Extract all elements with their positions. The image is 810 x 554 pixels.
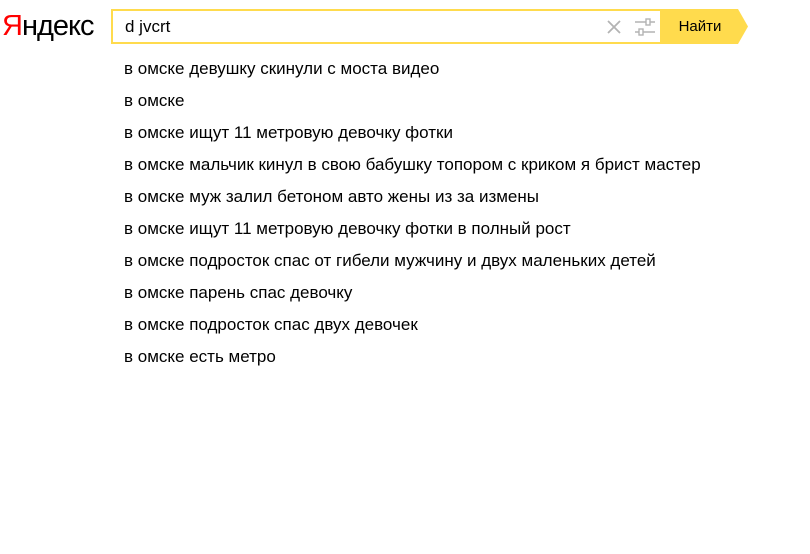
suggestion-item[interactable]: в омске муж залил бетоном авто жены из з… <box>124 182 701 214</box>
suggestion-item[interactable]: в омске девушку скинули с моста видео <box>124 54 701 86</box>
search-button[interactable]: Найти <box>660 9 748 44</box>
suggestion-item[interactable]: в омске есть метро <box>124 342 701 374</box>
suggestions-list: в омске девушку скинули с моста видео в … <box>124 54 701 374</box>
logo-rest: ндекс <box>21 10 95 42</box>
suggestion-item[interactable]: в омске ищут 11 метровую девочку фотки <box>124 118 701 150</box>
logo-first-letter: Я <box>2 10 23 42</box>
suggestion-item[interactable]: в омске парень спас девочку <box>124 278 701 310</box>
suggestion-item[interactable]: в омске подросток спас двух девочек <box>124 310 701 342</box>
search-button-label: Найти <box>678 18 722 35</box>
search-bar: Найти <box>111 9 748 44</box>
suggestion-item[interactable]: в омске ищут 11 метровую девочку фотки в… <box>124 214 701 246</box>
yandex-logo[interactable]: Яндекс <box>2 8 95 44</box>
sliders-icon[interactable] <box>634 18 656 36</box>
search-input[interactable] <box>125 11 595 42</box>
close-icon[interactable] <box>606 19 622 35</box>
suggestion-item[interactable]: в омске <box>124 86 701 118</box>
suggestion-item[interactable]: в омске подросток спас от гибели мужчину… <box>124 246 701 278</box>
suggestion-item[interactable]: в омске мальчик кинул в свою бабушку топ… <box>124 150 701 182</box>
search-box <box>111 9 660 44</box>
